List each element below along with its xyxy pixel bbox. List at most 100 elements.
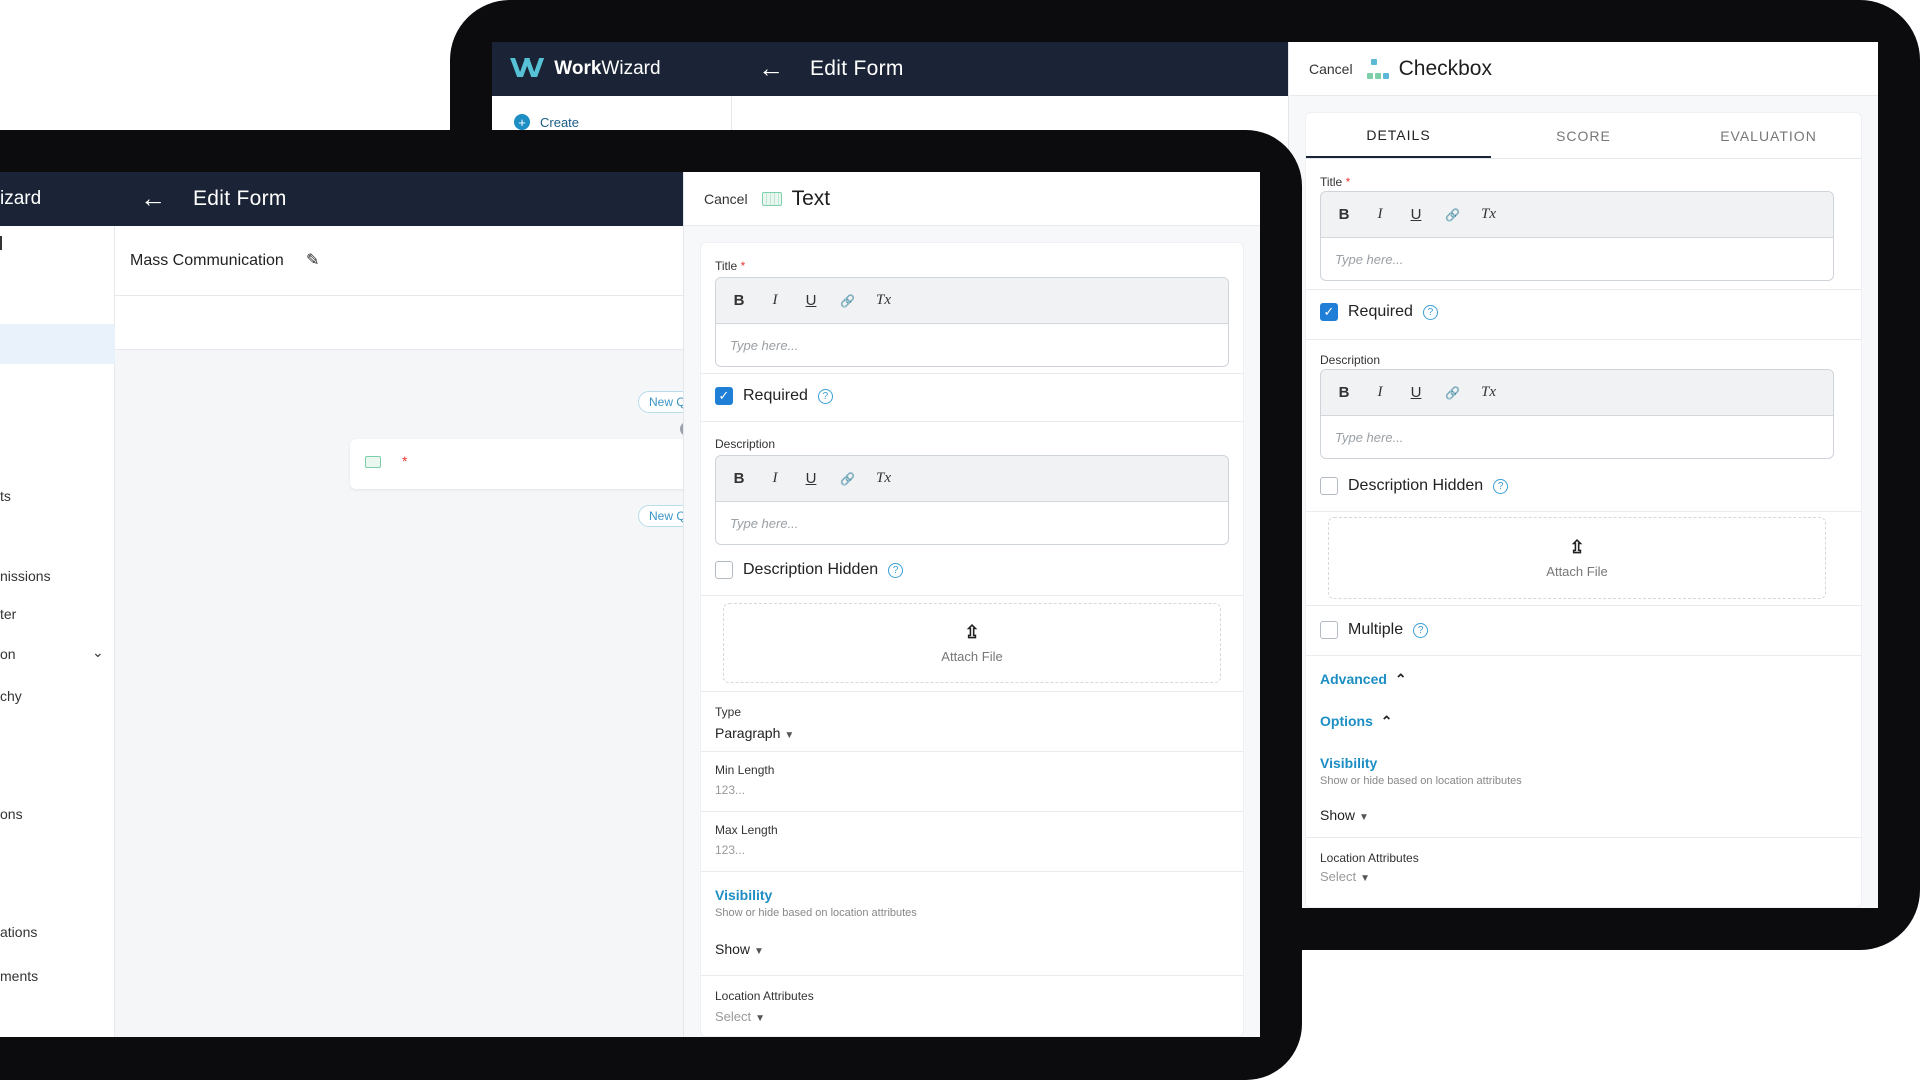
plus-circle-icon: + [514, 114, 530, 130]
tab-details[interactable]: DETAILS [1306, 113, 1491, 158]
help-icon[interactable]: ? [817, 388, 833, 404]
title-editor: B I U 🔗 Tx Type here... [715, 277, 1229, 367]
sidebar-item[interactable]: ations [0, 924, 37, 940]
clear-format-icon[interactable]: Tx [876, 292, 891, 309]
multiple-row[interactable]: Multiple ? [1320, 621, 1429, 639]
visibility-value: Show [715, 941, 751, 957]
help-icon[interactable]: ? [888, 562, 904, 578]
bold-icon[interactable]: B [732, 292, 746, 309]
sidebar-item[interactable]: chy [0, 688, 22, 704]
italic-icon[interactable]: I [768, 292, 782, 309]
location-attributes-select[interactable]: Select ▼ [1320, 869, 1370, 884]
sidebar-item[interactable]: ter [0, 606, 16, 622]
sidebar-item[interactable]: on [0, 646, 16, 662]
location-attributes-value: Select [1320, 869, 1357, 884]
page-title: Edit Form [810, 57, 904, 80]
cancel-button[interactable]: Cancel [704, 191, 748, 207]
description-hidden-checkbox[interactable] [715, 561, 733, 579]
link-icon[interactable]: 🔗 [840, 294, 855, 308]
chevron-down-icon: ▼ [1359, 812, 1369, 823]
italic-icon[interactable]: I [1373, 384, 1387, 401]
description-input[interactable]: Type here... [1321, 416, 1833, 458]
italic-icon[interactable]: I [1373, 206, 1387, 223]
clear-format-icon[interactable]: Tx [1481, 384, 1496, 401]
divider [1306, 605, 1861, 606]
help-icon[interactable]: ? [1493, 478, 1509, 494]
chevron-down-icon[interactable]: ⌄ [92, 644, 104, 661]
location-attributes-select[interactable]: Select ▼ [715, 1009, 765, 1024]
cancel-button[interactable]: Cancel [1309, 61, 1353, 77]
advanced-toggle[interactable]: Advanced ⌃ [1320, 671, 1407, 688]
options-toggle[interactable]: Options ⌃ [1320, 713, 1393, 730]
panel-title-text: Text [791, 186, 831, 210]
title-input[interactable]: Type here... [716, 324, 1228, 366]
sidebar-item[interactable]: ts [0, 488, 11, 504]
max-length-input[interactable]: 123... [715, 843, 745, 857]
tab-evaluation[interactable]: EVALUATION [1676, 113, 1861, 158]
description-hidden-row[interactable]: Description Hidden ? [1320, 477, 1509, 495]
type-select[interactable]: Paragraph ▼ [715, 725, 794, 741]
divider [701, 691, 1243, 692]
bold-icon[interactable]: B [1337, 206, 1351, 223]
description-hidden-row[interactable]: Description Hidden ? [715, 561, 904, 579]
clear-format-icon[interactable]: Tx [1481, 206, 1496, 223]
underline-icon[interactable]: U [804, 470, 818, 487]
bold-icon[interactable]: B [732, 470, 746, 487]
sidebar-item[interactable]: ments [0, 968, 38, 984]
link-icon[interactable]: 🔗 [1445, 386, 1460, 400]
clear-format-icon[interactable]: Tx [876, 470, 891, 487]
underline-icon[interactable]: U [1409, 206, 1423, 223]
required-checkbox[interactable]: ✓ [715, 387, 733, 405]
location-attributes-value: Select [715, 1009, 752, 1024]
required-checkbox[interactable]: ✓ [1320, 303, 1338, 321]
attach-file-dropzone[interactable]: ⇫ Attach File [1328, 517, 1826, 599]
help-icon[interactable]: ? [1413, 622, 1429, 638]
link-icon[interactable]: 🔗 [840, 472, 855, 486]
location-attributes-label: Location Attributes [715, 989, 814, 1003]
visibility-select[interactable]: Show ▼ [715, 941, 764, 957]
sidebar-item[interactable]: nissions [0, 568, 51, 584]
min-length-input[interactable]: 123... [715, 783, 745, 797]
description-hidden-checkbox[interactable] [1320, 477, 1338, 495]
chevron-down-icon: ▼ [755, 1013, 766, 1024]
upload-icon: ⇫ [1569, 537, 1585, 557]
italic-icon[interactable]: I [768, 470, 782, 487]
underline-icon[interactable]: U [804, 292, 818, 309]
help-icon[interactable]: ? [1422, 304, 1438, 320]
visibility-hint: Show or hide based on location attribute… [1320, 775, 1522, 787]
back-arrow-icon[interactable]: ← [758, 55, 784, 81]
title-field-label: Title * [715, 259, 745, 273]
required-checkbox-row[interactable]: ✓ Required ? [1320, 303, 1438, 321]
link-icon[interactable]: 🔗 [1445, 208, 1460, 222]
create-button[interactable]: + Create [514, 114, 579, 130]
multiple-checkbox[interactable] [1320, 621, 1338, 639]
description-label: Description [1320, 353, 1381, 367]
required-marker: * [740, 259, 746, 273]
chevron-up-icon: ⌃ [1394, 671, 1407, 687]
required-checkbox-row[interactable]: ✓ Required ? [715, 387, 833, 405]
attach-file-dropzone[interactable]: ⇫ Attach File [723, 603, 1221, 683]
visibility-select[interactable]: Show ▼ [1320, 807, 1369, 823]
underline-icon[interactable]: U [1409, 384, 1423, 401]
description-hidden-label: Description Hidden [1348, 477, 1484, 494]
panel-title-text: Checkbox [1398, 56, 1492, 80]
question-card[interactable]: * [350, 439, 690, 489]
divider [1306, 511, 1861, 512]
divider [701, 751, 1243, 752]
checkbox-type-icon [1366, 58, 1389, 79]
brand-name-rest: Wizard [601, 58, 661, 79]
title-label-text: Title [1320, 175, 1343, 189]
sidebar-item[interactable]: ons [0, 806, 23, 822]
description-input[interactable]: Type here... [716, 502, 1228, 544]
tab-score[interactable]: SCORE [1491, 113, 1676, 158]
bold-icon[interactable]: B [1337, 384, 1351, 401]
title-editor: B I U 🔗 Tx Type here... [1320, 191, 1834, 281]
edit-icon[interactable]: ✎ [306, 250, 319, 270]
chevron-down-icon: ▼ [754, 946, 764, 957]
question-required-marker: * [402, 453, 408, 469]
editor-toolbar: B I U 🔗 Tx [716, 278, 1228, 324]
sidebar-item-active[interactable] [0, 324, 115, 364]
title-input[interactable]: Type here... [1321, 238, 1833, 280]
create-label: Create [540, 114, 580, 130]
back-arrow-icon[interactable]: ← [140, 185, 166, 211]
